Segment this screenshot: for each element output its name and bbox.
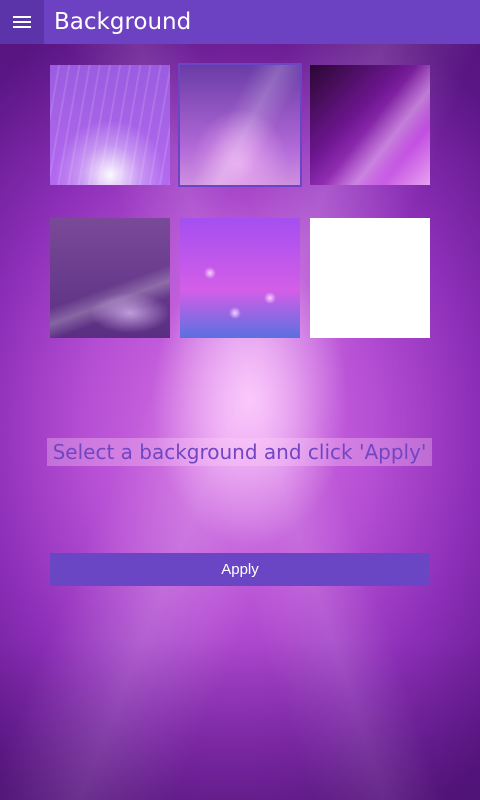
apply-button[interactable]: Apply <box>50 553 430 586</box>
background-option-2[interactable] <box>178 63 302 187</box>
page-title: Background <box>54 9 192 35</box>
hamburger-menu-icon[interactable] <box>0 0 44 44</box>
background-option-4[interactable] <box>50 218 170 338</box>
background-option-5[interactable] <box>180 218 300 338</box>
instruction-text: Select a background and click 'Apply' <box>47 438 432 466</box>
title-bar: Background <box>0 0 480 44</box>
background-option-1[interactable] <box>50 65 170 185</box>
background-option-3[interactable] <box>310 65 430 185</box>
background-option-6[interactable] <box>310 218 430 338</box>
